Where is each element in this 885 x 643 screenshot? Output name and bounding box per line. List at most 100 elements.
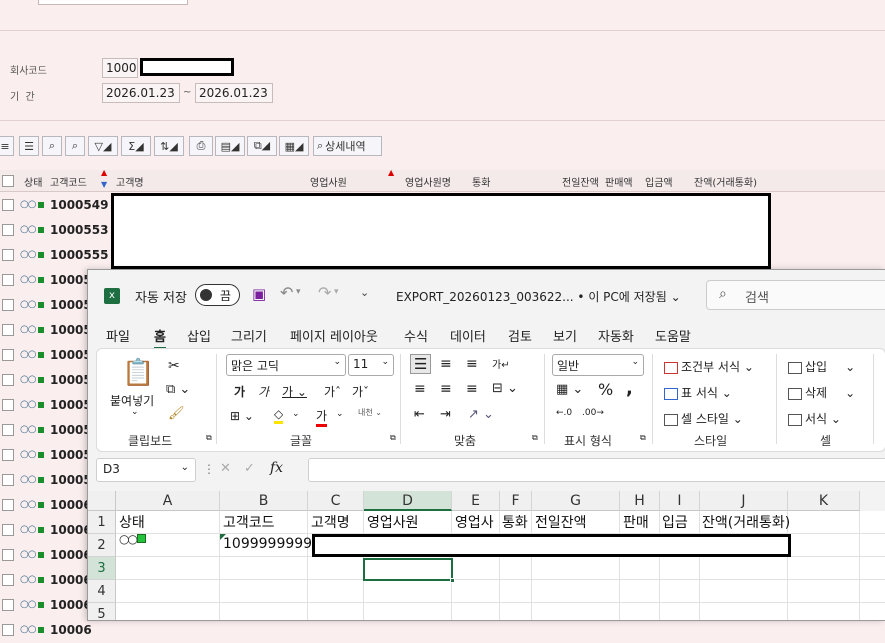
align-left-icon[interactable]: ≡ (414, 381, 426, 397)
comma-icon[interactable]: , (626, 378, 633, 399)
cell-I1[interactable]: 입금 (662, 512, 700, 532)
autosave-toggle[interactable]: 끔 (195, 284, 240, 306)
format-cells-button[interactable]: 서식 ⌄ (788, 410, 841, 427)
row-checkbox[interactable] (2, 399, 14, 411)
column-header-d[interactable]: D (364, 491, 452, 511)
row-checkbox[interactable] (2, 274, 14, 286)
row-checkbox[interactable] (2, 499, 14, 511)
format-painter-icon[interactable]: 🖌 (168, 406, 185, 421)
active-cell-D3[interactable] (363, 558, 453, 581)
menu-page-layout[interactable]: 페이지 레이아웃 (290, 326, 378, 345)
align-bottom-icon[interactable]: ≡ (466, 356, 478, 372)
cell-H1[interactable]: 판매 (623, 512, 659, 532)
cell-J1[interactable]: 잔액(거래통화) (702, 512, 790, 532)
row-header-4[interactable]: 4 (88, 580, 116, 603)
file-title[interactable]: EXPORT_20260123_003622... • 이 PC에 저장됨 ⌄ (396, 288, 681, 305)
conditional-format-button[interactable]: 조건부 서식 ⌄ (664, 358, 754, 375)
align-middle-icon[interactable]: ≡ (440, 356, 452, 372)
col-customer-name[interactable]: 고객명 (116, 174, 144, 189)
column-header-b[interactable]: B (220, 491, 308, 511)
row-checkbox[interactable] (2, 524, 14, 536)
cell-C1[interactable]: 고객명 (311, 512, 350, 532)
chevron-down-icon[interactable]: ⌄ (336, 409, 344, 419)
grid-icon[interactable]: ▦◢ (279, 136, 309, 156)
row-checkbox[interactable] (2, 374, 14, 386)
customize-toolbar-icon[interactable]: ⌄ (360, 286, 369, 299)
col-currency[interactable]: 통화 (472, 174, 490, 189)
increase-indent-icon[interactable]: ⇥ (440, 407, 451, 422)
search-box[interactable]: ⌕ 검색 (706, 280, 885, 310)
col-status[interactable]: 상태 (24, 174, 42, 189)
row-checkbox[interactable] (2, 574, 14, 586)
print-icon[interactable]: ⎙ (189, 136, 213, 156)
sort-icon[interactable]: ⇅◢ (154, 136, 184, 156)
company-code-field[interactable]: 1000 (102, 58, 138, 78)
align-right-icon[interactable]: ≡ (466, 381, 478, 397)
fill-color-icon[interactable]: ◇ (274, 407, 284, 424)
col-sales-rep[interactable]: 영업사원 (310, 174, 347, 189)
column-header-g[interactable]: G (532, 491, 620, 511)
percent-icon[interactable]: % (598, 380, 613, 399)
italic-icon[interactable]: 가 (258, 383, 269, 400)
menu-home[interactable]: 홈 (154, 326, 166, 350)
menu-review[interactable]: 검토 (508, 326, 532, 345)
table-row[interactable]: ○○ 1000555 (0, 243, 110, 268)
col-sales[interactable]: 판매액 (605, 174, 633, 189)
cell-G1[interactable]: 전일잔액 (535, 512, 587, 532)
formula-input[interactable] (308, 458, 885, 482)
align-center-icon[interactable]: ≡ (440, 381, 452, 397)
search-icon[interactable]: ⌕ (42, 136, 62, 156)
row-header-2[interactable]: 2 (88, 534, 116, 557)
col-sales-rep-name[interactable]: 영업사원명 (405, 174, 451, 189)
dialog-launcher-icon[interactable]: ⧉ (532, 433, 538, 443)
decrease-decimal-icon[interactable]: .00→ (582, 408, 604, 418)
column-header-i[interactable]: I (660, 491, 700, 511)
export-icon[interactable]: ▤◢ (215, 136, 245, 156)
chevron-down-icon[interactable]: ⌄ (131, 407, 139, 417)
row-header-3[interactable]: 3 (88, 557, 116, 580)
column-header-c[interactable]: C (308, 491, 364, 511)
name-box[interactable]: D3 ⌄ (96, 458, 196, 482)
column-header-e[interactable]: E (452, 491, 500, 511)
period-to-field[interactable]: 2026.01.23 (195, 83, 273, 103)
col-deposit[interactable]: 입금액 (645, 174, 673, 189)
font-size-select[interactable]: 11 ⌄ (348, 354, 394, 376)
dialog-launcher-icon[interactable]: ⧉ (390, 433, 396, 443)
cell-F1[interactable]: 통화 (502, 512, 528, 532)
increase-font-icon[interactable]: 가ˆ (324, 383, 341, 400)
bold-icon[interactable]: 가 (234, 383, 245, 400)
row-checkbox[interactable] (2, 474, 14, 486)
top-input[interactable] (38, 0, 188, 5)
cell-D1[interactable]: 영업사원 (367, 512, 419, 532)
function-icon[interactable]: fx (270, 460, 283, 476)
row-header-5[interactable]: 5 (88, 603, 116, 620)
row-checkbox[interactable] (2, 549, 14, 561)
copy-icon[interactable]: ⧉ ⌄ (166, 382, 190, 397)
phonetic-icon[interactable]: 내천 ⌄ (358, 407, 382, 418)
row-checkbox[interactable] (2, 324, 14, 336)
row-checkbox[interactable] (2, 199, 14, 211)
menu-automate[interactable]: 자동화 (598, 326, 634, 345)
row-checkbox[interactable] (2, 449, 14, 461)
select-all-corner[interactable] (88, 491, 116, 511)
currency-icon[interactable]: ▦ ⌄ (556, 382, 583, 397)
insert-cells-button[interactable]: 삽입 ⌄ (788, 358, 855, 375)
row-header-1[interactable]: 1 (88, 511, 116, 534)
number-format-select[interactable]: 일반 ⌄ (552, 354, 644, 376)
menu-file[interactable]: 파일 (106, 326, 130, 345)
chevron-down-icon[interactable]: ⌄ (292, 409, 300, 419)
column-header-h[interactable]: H (620, 491, 660, 511)
align-top-icon[interactable]: ☰ (410, 354, 432, 374)
cell-B1[interactable]: 고객코드 (223, 512, 275, 532)
menu-help[interactable]: 도움말 (655, 326, 691, 345)
align-icon[interactable]: ≡ (0, 136, 14, 156)
paste-icon[interactable]: 📋 (122, 358, 154, 388)
filter-list-icon[interactable]: ☰ (19, 136, 39, 156)
menu-insert[interactable]: 삽입 (187, 326, 211, 345)
underline-icon[interactable]: 가 ⌄ (282, 383, 307, 400)
column-header-j[interactable]: J (700, 491, 788, 511)
col-prev-balance[interactable]: 전일잔액 (562, 174, 599, 189)
column-header-a[interactable]: A (116, 491, 220, 511)
decrease-font-icon[interactable]: 가ˇ (352, 383, 369, 400)
decrease-indent-icon[interactable]: ⇤ (414, 407, 425, 422)
